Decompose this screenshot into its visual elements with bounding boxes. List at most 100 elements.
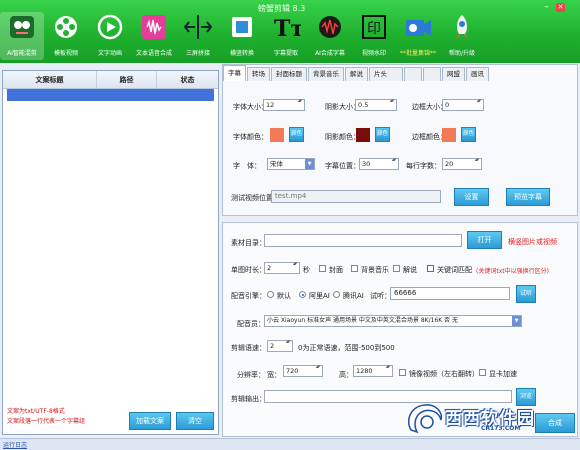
shadow-color-label: 阴影颜色： — [325, 133, 360, 141]
font-color-button[interactable]: 颜色 — [289, 127, 304, 142]
close-icon[interactable]: ✕ — [556, 3, 565, 12]
mirror-label: 镜像视频（左右翻转） — [409, 370, 479, 378]
bgm-checkbox[interactable] — [351, 265, 358, 272]
col-path[interactable]: 路径 — [97, 71, 157, 88]
tool-batch-collection[interactable]: **批量集锦** — [396, 12, 440, 60]
engine-ali-radio[interactable] — [299, 291, 306, 298]
shadow-color-button[interactable]: 颜色 — [375, 127, 390, 142]
tab-alliance[interactable]: 网盟 — [442, 67, 465, 81]
settings-tabs: 字幕 转场 封面标题 背景音乐 解说 片头 网盟 画讯 — [223, 65, 490, 81]
subtitle-position-input[interactable]: 30 — [359, 158, 399, 170]
image-duration-input[interactable]: 2 — [264, 262, 300, 274]
engine-default-label: 默认 — [277, 292, 291, 300]
engine-tencent-label: 腾讯AI — [343, 292, 364, 300]
run-log-link[interactable]: 运行日志 — [3, 440, 27, 449]
width-input[interactable]: 720 — [283, 365, 323, 377]
tool-help-upgrade[interactable]: 帮助/升级 — [440, 12, 484, 60]
set-button[interactable]: 设置 — [454, 188, 489, 206]
font-label: 字 体： — [233, 162, 261, 170]
speech-speed-input[interactable]: 2 — [267, 340, 293, 352]
voice-actor-select[interactable]: 小云 Xiaoyun 标准女声 通用场景 中文及中英文混合场景 8K/16K 否… — [264, 315, 522, 327]
keyword-hint: (关键词txt中以强换行区分) — [476, 268, 549, 275]
border-color-button[interactable]: 颜色 — [461, 127, 476, 142]
minimize-icon[interactable]: – — [542, 3, 551, 12]
narration-checkbox[interactable] — [393, 265, 400, 272]
load-script-button[interactable]: 加载文案 — [129, 412, 171, 430]
tool-ai-subtitle[interactable]: AI合成字幕 — [308, 12, 352, 60]
listen-text-input[interactable]: 66666 — [390, 287, 510, 300]
tab-subtitle[interactable]: 字幕 — [223, 65, 246, 81]
font-size-input[interactable]: 12 — [263, 99, 305, 111]
tool-subtitle-extract[interactable]: Tт 字幕提取 — [264, 12, 308, 60]
tab-cover-title[interactable]: 封面标题 — [271, 67, 307, 81]
mirror-checkbox[interactable] — [399, 369, 406, 376]
border-size-input[interactable]: 0 — [442, 99, 484, 111]
tab-bgm[interactable]: 背景音乐 — [308, 67, 344, 81]
tool-ai-mix[interactable]: AI智能混剪 — [0, 12, 44, 60]
narration-label: 解说 — [403, 266, 417, 274]
svg-text:印: 印 — [367, 21, 381, 37]
tool-video-watermark[interactable]: 印 视频水印 — [352, 12, 396, 60]
script-table-header: 文案标题 路径 状态 — [3, 71, 218, 89]
engine-ali-label: 阿里AI — [309, 292, 330, 300]
preview-subtitle-button[interactable]: 预览字幕 — [506, 188, 550, 206]
height-label: 高： — [339, 371, 353, 379]
rocket-icon — [456, 15, 468, 39]
gpu-label: 显卡加速 — [489, 370, 517, 378]
batch-video-icon — [406, 20, 431, 36]
resolution-label: 分辨率： — [237, 371, 265, 379]
font-select[interactable]: 宋体 — [267, 158, 315, 170]
status-bar: 运行日志 — [0, 438, 580, 450]
subtitle-settings-panel: 字幕 转场 封面标题 背景音乐 解说 片头 网盟 画讯 字体大小： 12 阴影大… — [222, 64, 578, 216]
bgm-label: 背景音乐 — [361, 266, 389, 274]
seconds-label: 秒 — [303, 266, 310, 274]
col-title[interactable]: 文案标题 — [3, 71, 97, 88]
script-list-panel: 文案标题 路径 状态 文案为txt/UTF-8格式 文案段落一行代表一个字幕组 — [2, 70, 219, 435]
listen-button[interactable]: 试听 — [516, 285, 536, 303]
tool-template-video[interactable]: 模板视频 — [44, 12, 88, 60]
keyword-checkbox[interactable] — [427, 265, 434, 272]
test-video-input[interactable]: test.mp4 — [271, 190, 441, 203]
col-status[interactable]: 状态 — [157, 71, 218, 88]
voice-actor-label: 配音员： — [237, 320, 265, 328]
border-color-swatch[interactable] — [442, 128, 456, 142]
shadow-color-swatch[interactable] — [356, 128, 370, 142]
tab-blank-2[interactable] — [423, 67, 441, 81]
output-label: 剪辑输出： — [231, 395, 266, 403]
tool-text-animation[interactable]: 文字动画 — [88, 12, 132, 60]
open-button[interactable]: 打开 — [467, 231, 502, 249]
image-duration-label: 单图时长： — [231, 266, 266, 274]
tab-blank-1[interactable] — [404, 67, 422, 81]
engine-tencent-radio[interactable] — [333, 291, 340, 298]
tab-transition[interactable]: 转场 — [247, 67, 270, 81]
tool-three-screen[interactable]: 三屏拼接 — [176, 12, 220, 60]
tab-intro[interactable]: 片头 — [369, 67, 403, 81]
chars-per-line-label: 每行字数： — [406, 162, 441, 170]
keyword-label: 关键词匹配 — [437, 266, 472, 274]
tool-orientation-convert[interactable]: 横竖转换 — [220, 12, 264, 60]
tab-narration[interactable]: 解说 — [345, 67, 368, 81]
table-row[interactable] — [7, 89, 214, 101]
gpu-checkbox[interactable] — [479, 369, 486, 376]
rotate-screen-icon — [232, 17, 252, 37]
text-extract-icon: Tт — [274, 16, 301, 42]
cover-label: 封面 — [329, 266, 343, 274]
tab-news[interactable]: 画讯 — [466, 67, 489, 81]
swirl-logo-icon — [407, 404, 443, 434]
font-color-swatch[interactable] — [270, 128, 284, 142]
ai-subtitle-icon — [319, 16, 341, 38]
shadow-size-input[interactable]: 0.5 — [355, 99, 397, 111]
engine-default-radio[interactable] — [267, 291, 274, 298]
cover-checkbox[interactable] — [319, 265, 326, 272]
clear-button[interactable]: 清空 — [176, 412, 214, 430]
chars-per-line-input[interactable]: 20 — [442, 158, 482, 170]
font-color-label: 字体颜色： — [233, 133, 268, 141]
height-input[interactable]: 1280 — [353, 365, 393, 377]
material-dir-input[interactable] — [264, 234, 462, 247]
watermark-url: CR173.COM — [481, 425, 521, 432]
tool-text-to-speech[interactable]: 文本语音合成 — [132, 12, 176, 60]
ai-brain-icon — [10, 16, 34, 38]
voice-engine-label: 配音引擎： — [231, 292, 266, 300]
speech-speed-hint: 0为正常语速，范围-500到500 — [298, 344, 395, 352]
site-watermark: 西西软件园 CR173.COM — [395, 400, 580, 438]
